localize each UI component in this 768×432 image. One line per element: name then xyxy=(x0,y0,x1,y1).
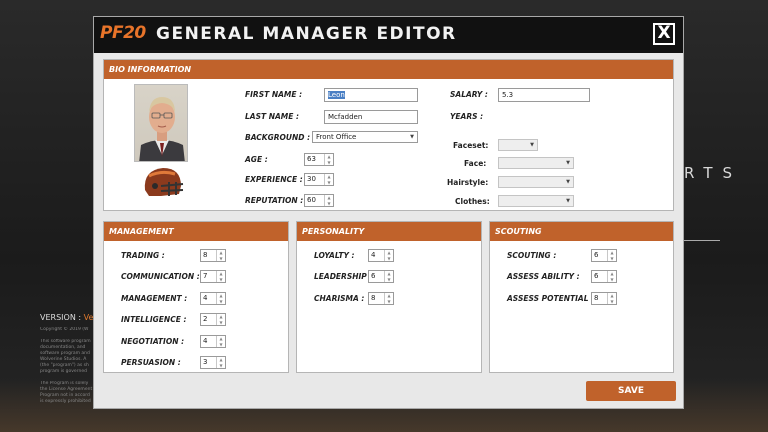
arrow-down-icon[interactable]: ▼ xyxy=(217,363,225,369)
reputation-stepper[interactable]: 60 ▲ ▼ xyxy=(304,194,334,207)
salary-label: SALARY : xyxy=(450,90,488,99)
faceset-dropdown[interactable]: ▼ xyxy=(498,139,538,151)
charisma-stepper[interactable]: 8 ▲ ▼ xyxy=(368,292,394,305)
arrow-down-icon[interactable]: ▼ xyxy=(217,299,225,305)
assess-ability-stepper[interactable]: 6 ▲ ▼ xyxy=(591,270,617,283)
background-divider xyxy=(684,240,720,241)
gm-face-portrait xyxy=(134,84,188,162)
save-button[interactable]: SAVE xyxy=(586,381,676,401)
chevron-down-icon: ▼ xyxy=(566,198,570,204)
hairstyle-label: Hairstyle: xyxy=(447,178,489,187)
last-name-field[interactable]: Mcfadden xyxy=(324,110,418,124)
pf20-logo: PF20 xyxy=(100,23,146,43)
dialog-titlebar: PF20 GENERAL MANAGER EDITOR X xyxy=(94,17,683,53)
arrow-down-icon[interactable]: ▼ xyxy=(217,256,225,262)
assess-ability-label: ASSESS ABILITY : xyxy=(507,272,580,281)
leadership-label: LEADERSHIP : xyxy=(314,272,373,281)
chevron-down-icon: ▼ xyxy=(410,134,414,140)
clothes-dropdown[interactable]: ▼ xyxy=(498,195,574,207)
management-panel: MANAGEMENT TRADING : 8 ▲ ▼ COMMUNICATION … xyxy=(103,221,289,373)
arrow-down-icon[interactable]: ▼ xyxy=(385,299,393,305)
persuasion-label: PERSUASION : xyxy=(121,358,181,367)
arrow-down-icon[interactable]: ▼ xyxy=(217,320,225,326)
dialog-title: GENERAL MANAGER EDITOR xyxy=(156,24,457,44)
bio-heading: BIO INFORMATION xyxy=(104,60,673,79)
faceset-label: Faceset: xyxy=(453,141,489,150)
legal-text-2: The Program is solely the License Agreem… xyxy=(40,381,93,404)
assess-potential-label: ASSESS POTENTIAL : xyxy=(507,294,595,303)
arrow-down-icon[interactable]: ▼ xyxy=(217,342,225,348)
last-name-label: LAST NAME : xyxy=(245,112,299,121)
management-heading: MANAGEMENT xyxy=(104,222,288,241)
portrait-image xyxy=(139,97,185,161)
persuasion-stepper[interactable]: 3 ▲ ▼ xyxy=(200,356,226,369)
age-label: AGE : xyxy=(245,155,268,164)
charisma-label: CHARISMA : xyxy=(314,294,365,303)
trading-stepper[interactable]: 8 ▲ ▼ xyxy=(200,249,226,262)
negotiation-label: NEGOTIATION : xyxy=(121,337,185,346)
close-button[interactable]: X xyxy=(653,23,675,45)
arrow-down-icon[interactable]: ▼ xyxy=(325,180,333,186)
background-logo-text: RTS xyxy=(684,164,743,182)
reputation-label: REPUTATION : xyxy=(245,196,304,205)
background-label: BACKGROUND : xyxy=(245,133,311,142)
bio-panel: BIO INFORMATION FIRST NAME : Leon LAST N… xyxy=(103,59,674,211)
arrow-down-icon[interactable]: ▼ xyxy=(608,256,616,262)
copyright-text: Copyright © 2019 (W xyxy=(40,327,89,332)
scouting-label: SCOUTING : xyxy=(507,251,557,260)
gm-editor-dialog: PF20 GENERAL MANAGER EDITOR X BIO INFORM… xyxy=(93,16,684,409)
arrow-down-icon[interactable]: ▼ xyxy=(217,277,225,283)
scouting-stepper[interactable]: 6 ▲ ▼ xyxy=(591,249,617,262)
version-text: VERSION : Ver xyxy=(40,313,97,322)
face-dropdown[interactable]: ▼ xyxy=(498,157,574,169)
communication-label: COMMUNICATION : xyxy=(121,272,200,281)
intelligence-label: INTELLIGENCE : xyxy=(121,315,187,324)
scouting-heading: SCOUTING xyxy=(490,222,673,241)
clothes-label: Clothes: xyxy=(455,197,490,206)
chevron-down-icon: ▼ xyxy=(566,160,570,166)
arrow-down-icon[interactable]: ▼ xyxy=(385,277,393,283)
personality-panel: PERSONALITY LOYALTY : 4 ▲ ▼ LEADERSHIP : … xyxy=(296,221,482,373)
loyalty-stepper[interactable]: 4 ▲ ▼ xyxy=(368,249,394,262)
first-name-field[interactable]: Leon xyxy=(324,88,418,102)
chevron-down-icon: ▼ xyxy=(566,179,570,185)
arrow-down-icon[interactable]: ▼ xyxy=(385,256,393,262)
face-label: Face: xyxy=(464,159,487,168)
experience-stepper[interactable]: 30 ▲ ▼ xyxy=(304,173,334,186)
chevron-down-icon: ▼ xyxy=(530,142,534,148)
first-name-label: FIRST NAME : xyxy=(245,90,303,99)
negotiation-stepper[interactable]: 4 ▲ ▼ xyxy=(200,335,226,348)
management-label: MANAGEMENT : xyxy=(121,294,188,303)
team-helmet-icon xyxy=(144,168,184,196)
experience-label: EXPERIENCE : xyxy=(245,175,303,184)
arrow-down-icon[interactable]: ▼ xyxy=(608,277,616,283)
assess-potential-stepper[interactable]: 8 ▲ ▼ xyxy=(591,292,617,305)
leadership-stepper[interactable]: 6 ▲ ▼ xyxy=(368,270,394,283)
management-stepper[interactable]: 4 ▲ ▼ xyxy=(200,292,226,305)
background-dropdown[interactable]: Front Office ▼ xyxy=(312,131,418,143)
age-stepper[interactable]: 63 ▲ ▼ xyxy=(304,153,334,166)
loyalty-label: LOYALTY : xyxy=(314,251,355,260)
personality-heading: PERSONALITY xyxy=(297,222,481,241)
intelligence-stepper[interactable]: 2 ▲ ▼ xyxy=(200,313,226,326)
arrow-down-icon[interactable]: ▼ xyxy=(325,160,333,166)
hairstyle-dropdown[interactable]: ▼ xyxy=(498,176,574,188)
arrow-down-icon[interactable]: ▼ xyxy=(325,201,333,207)
communication-stepper[interactable]: 7 ▲ ▼ xyxy=(200,270,226,283)
scouting-panel: SCOUTING SCOUTING : 6 ▲ ▼ ASSESS ABILITY … xyxy=(489,221,674,373)
years-label: YEARS : xyxy=(450,112,484,121)
legal-text-1: This software program documentation, and… xyxy=(40,339,91,374)
arrow-down-icon[interactable]: ▼ xyxy=(608,299,616,305)
trading-label: TRADING : xyxy=(121,251,165,260)
salary-field[interactable]: 5.3 xyxy=(498,88,590,102)
